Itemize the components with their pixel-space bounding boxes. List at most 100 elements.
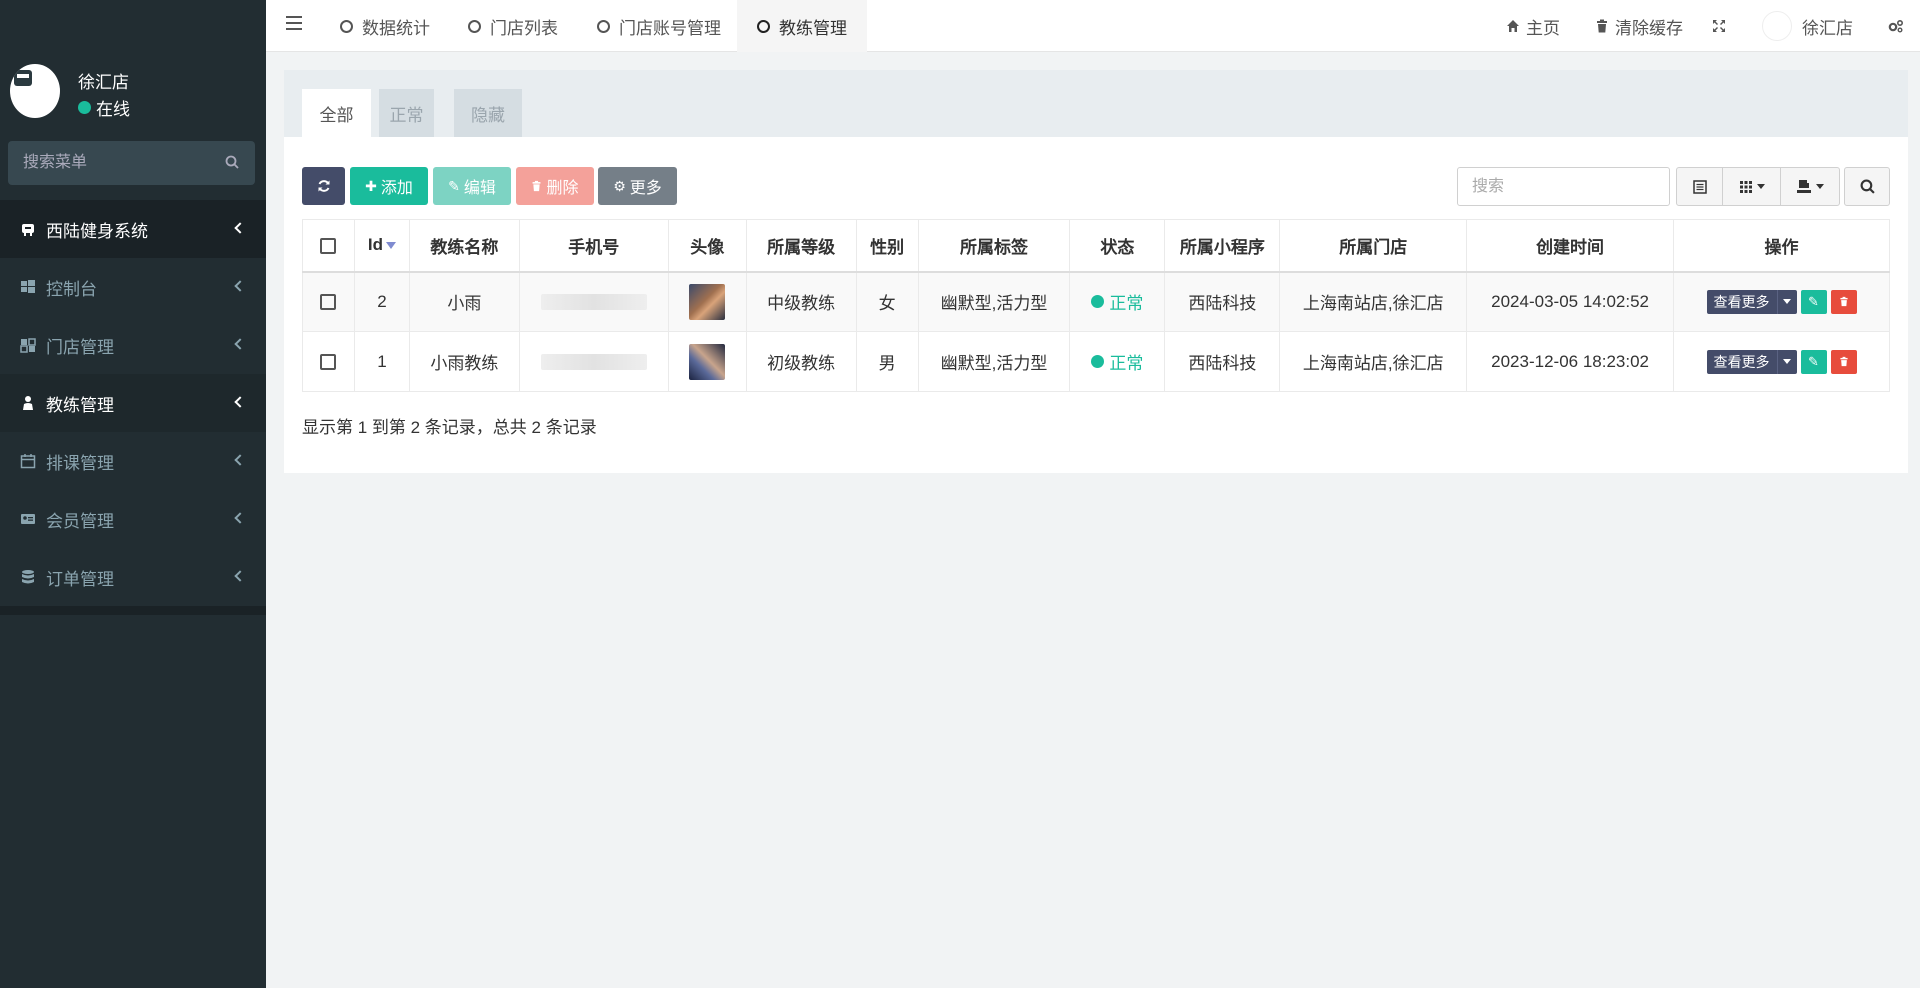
cell-avatar [667,331,747,392]
chevron-left-icon [234,338,246,350]
view-more-button[interactable]: 查看更多 [1706,289,1797,314]
col-created: 创建时间 [1466,219,1674,273]
sidebar-item-members[interactable]: 会员管理 [0,490,266,548]
user-icon [23,396,33,410]
cell-created: 2024-03-05 14:02:52 [1466,271,1674,332]
view-more-label: 查看更多 [1713,353,1770,370]
row-edit-button[interactable]: ✎ [1800,289,1827,314]
col-status: 状态 [1069,219,1166,273]
menu-search-input[interactable] [8,141,255,185]
grid-icon [1739,180,1752,193]
cell-id: 2 [353,271,410,332]
chevron-left-icon [234,454,246,466]
pagination-summary: 显示第 1 到第 2 条记录，总共 2 条记录 [302,418,597,437]
col-id[interactable]: Id [353,219,410,273]
cell-created: 2023-12-06 18:23:02 [1466,331,1674,392]
tab-store-list[interactable]: 门店列表 [448,0,578,52]
sidebar-item-coaches[interactable]: 教练管理 [0,374,266,432]
search-icon[interactable] [225,155,239,169]
col-tags: 所属标签 [917,219,1071,273]
col-phone: 手机号 [518,219,669,273]
tab-store-accounts[interactable]: 门店账号管理 [577,0,741,52]
circle-icon [597,19,610,33]
select-all-checkbox[interactable] [320,237,337,254]
trash-icon [1597,19,1607,33]
chevron-left-icon [234,570,246,582]
plus-icon: ✚ [365,177,377,194]
view-more-button[interactable]: 查看更多 [1706,349,1797,374]
subtab-hidden[interactable]: 隐藏 [454,89,522,137]
advanced-search-button[interactable] [1844,167,1890,206]
subtab-all[interactable]: 全部 [302,89,371,137]
pencil-icon: ✎ [1808,293,1819,309]
cell-tags: 幽默型,活力型 [917,271,1071,332]
more-label: 更多 [629,180,662,197]
status-badge[interactable]: 正常 [1091,349,1143,374]
edit-button[interactable]: ✎ 编辑 [433,167,511,205]
coach-avatar-image[interactable] [689,283,726,320]
table-search-input[interactable] [1458,168,1669,205]
refresh-button[interactable] [302,167,345,205]
sidebar-item-dashboard[interactable]: 控制台 [0,258,266,316]
tab-coach-management[interactable]: 教练管理 [737,0,867,52]
tab-label: 门店列表 [490,18,558,38]
row-delete-button[interactable] [1830,349,1857,374]
caret-down-icon[interactable] [1776,349,1797,374]
subtab-normal[interactable]: 正常 [379,89,434,137]
sidebar-item-schedule[interactable]: 排课管理 [0,432,266,490]
sidebar-item-stores[interactable]: 门店管理 [0,316,266,374]
col-avatar: 头像 [667,219,747,273]
chevron-left-icon [234,396,246,408]
clear-cache-button[interactable]: 清除缓存 [1595,0,1683,52]
cell-actions: 查看更多 ✎ [1673,331,1890,392]
delete-button[interactable]: 删除 [516,167,594,205]
user-avatar [1762,11,1792,41]
user-name: 徐汇店 [78,73,129,92]
caret-down-icon[interactable] [1776,289,1797,314]
cell-avatar [667,271,747,332]
sidebar-item-orders[interactable]: 订单管理 [0,548,266,606]
row-checkbox[interactable] [320,294,337,311]
chevron-left-icon [234,280,246,292]
circle-icon [468,19,481,33]
status-badge[interactable]: 正常 [1091,289,1143,314]
row-edit-button[interactable]: ✎ [1800,349,1827,374]
online-dot-icon [78,101,91,114]
fullscreen-button[interactable] [1712,0,1732,52]
cell-gender[interactable]: 女 [855,271,919,332]
col-actions: 操作 [1673,219,1890,273]
add-button[interactable]: ✚ 添加 [350,167,428,205]
cell-level: 初级教练 [745,331,857,392]
home-label: 主页 [1526,18,1560,38]
app-icon [22,224,34,236]
settings-button[interactable] [1888,0,1910,52]
cell-gender[interactable]: 男 [855,331,919,392]
tab-label: 数据统计 [362,18,430,38]
database-icon [22,570,34,584]
sidebar-item-system[interactable]: 西陆健身系统 [0,200,266,258]
sidebar-search [8,141,255,185]
menu-toggle-icon[interactable] [286,16,302,30]
coach-avatar-image[interactable] [689,343,726,380]
id-card-icon [21,514,35,524]
status-dot-icon [1091,295,1105,309]
table-row[interactable]: 2 小雨 中级教练 女 幽默型,活力型 正常 西陆科技 上海南站店,徐汇店 20… [302,271,1890,332]
cell-name: 小雨教练 [408,331,520,392]
columns-dropdown[interactable] [1723,168,1781,205]
user-menu[interactable]: 徐汇店 [1762,0,1853,52]
toggle-view-button[interactable] [1677,168,1723,205]
row-delete-button[interactable] [1830,289,1857,314]
export-dropdown[interactable] [1781,168,1839,205]
table-search [1457,167,1670,206]
cell-miniapp: 西陆科技 [1164,271,1281,332]
expand-icon [1713,20,1725,32]
row-checkbox[interactable] [320,354,337,371]
home-link[interactable]: 主页 [1506,0,1560,52]
chevron-left-icon [234,222,246,234]
tab-data-stats[interactable]: 数据统计 [320,0,450,52]
table-row[interactable]: 1 小雨教练 初级教练 男 幽默型,活力型 正常 西陆科技 上海南站店,徐汇店 … [302,331,1890,392]
coach-table: Id 教练名称 手机号 头像 所属等级 性别 所属标签 状态 所属小程序 所属门… [302,219,1890,392]
chevron-left-icon [234,512,246,524]
avatar [10,64,60,118]
more-button[interactable]: ⚙ 更多 [598,167,677,205]
